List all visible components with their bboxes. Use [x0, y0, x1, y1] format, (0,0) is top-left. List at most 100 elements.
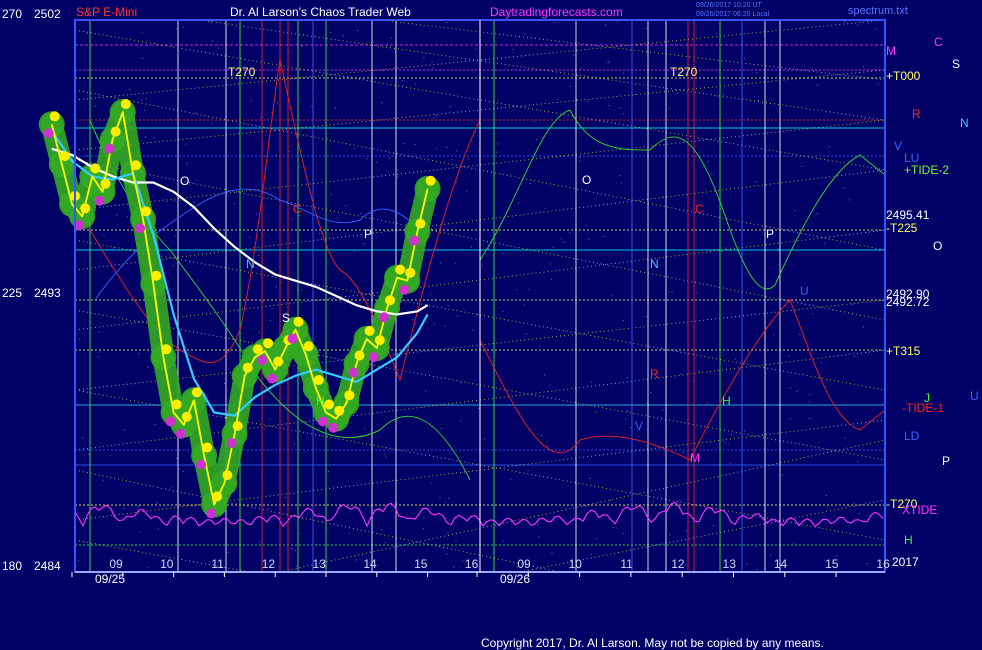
star-dot	[864, 118, 866, 120]
star-dot	[706, 402, 708, 404]
star-dot	[98, 331, 100, 333]
star-dot	[440, 262, 442, 264]
turn-dot	[90, 163, 101, 174]
star-dot	[866, 563, 868, 564]
star-dot	[516, 289, 517, 291]
turn-dot	[263, 338, 273, 349]
star-dot	[619, 175, 621, 176]
chart-label: T270	[228, 65, 256, 79]
star-dot	[79, 338, 81, 340]
price-bottom: 2484	[34, 559, 61, 573]
star-dot	[141, 31, 143, 33]
star-dot	[210, 21, 212, 23]
star-dot	[439, 496, 441, 498]
star-dot	[250, 100, 252, 102]
low-dot	[135, 223, 146, 234]
x-tick-label: 12	[262, 557, 276, 571]
right-label: M	[886, 44, 896, 58]
star-dot	[147, 366, 149, 368]
star-dot	[224, 383, 225, 384]
star-dot	[877, 83, 879, 85]
star-dot	[436, 148, 437, 150]
star-dot	[734, 359, 736, 361]
x-tick-label: 11	[211, 557, 224, 571]
star-dot	[430, 482, 432, 484]
star-dot	[536, 524, 538, 526]
star-dot	[560, 238, 562, 240]
star-dot	[94, 105, 96, 107]
star-dot	[510, 478, 512, 480]
star-dot	[824, 242, 826, 244]
star-dot	[809, 394, 811, 396]
star-dot	[340, 301, 342, 303]
star-dot	[859, 513, 861, 515]
star-dot	[609, 500, 611, 501]
low-dot	[104, 143, 115, 154]
star-dot	[345, 205, 347, 207]
star-dot	[98, 351, 100, 353]
chart-title: Dr. Al Larson's Chaos Trader Web	[230, 5, 411, 19]
star-dot	[502, 540, 504, 542]
low-dot	[379, 312, 389, 323]
turn-dot	[181, 411, 192, 422]
star-dot	[536, 138, 538, 140]
star-dot	[142, 57, 144, 59]
star-dot	[751, 432, 753, 434]
right-label: U	[970, 389, 979, 403]
star-dot	[669, 534, 671, 536]
star-dot	[86, 32, 88, 34]
x-tick-label: 12	[671, 557, 685, 571]
star-dot	[680, 373, 682, 375]
star-dot	[260, 116, 262, 118]
turn-dot	[80, 203, 91, 214]
star-dot	[448, 497, 449, 499]
chart-label: T270	[670, 65, 698, 79]
star-dot	[635, 93, 636, 95]
star-dot	[466, 190, 468, 192]
star-dot	[484, 438, 486, 440]
turn-dot	[252, 344, 263, 355]
star-dot	[585, 224, 587, 226]
star-dot	[295, 550, 297, 552]
star-dot	[528, 289, 530, 290]
star-dot	[852, 304, 854, 305]
star-dot	[456, 315, 458, 317]
star-dot	[645, 28, 647, 30]
star-dot	[291, 548, 292, 549]
star-dot	[608, 105, 610, 107]
star-dot	[431, 61, 433, 63]
star-dot	[462, 472, 464, 474]
right-label: S	[952, 57, 960, 71]
x-tick-label: 15	[414, 557, 428, 571]
star-dot	[481, 265, 483, 267]
star-dot	[594, 411, 596, 413]
star-dot	[825, 494, 827, 496]
turn-dot	[232, 421, 243, 431]
left-scale-bottom: 180	[2, 559, 22, 573]
star-dot	[756, 569, 758, 571]
right-label: 2492.72	[886, 295, 930, 309]
star-dot	[456, 150, 458, 152]
star-dot	[366, 158, 368, 160]
star-dot	[668, 108, 670, 110]
star-dot	[793, 543, 795, 545]
star-dot	[88, 454, 90, 455]
star-dot	[194, 201, 196, 203]
star-dot	[414, 83, 416, 85]
x-tick-label: 10	[160, 557, 174, 571]
star-dot	[311, 106, 313, 108]
timestamp-local: 09/26/2017 06:20 Local	[696, 11, 770, 18]
star-dot	[544, 374, 546, 376]
star-dot	[183, 470, 185, 472]
star-dot	[268, 508, 270, 509]
chart-background	[0, 0, 982, 650]
star-dot	[808, 401, 810, 403]
star-dot	[524, 33, 526, 35]
x-tick-label: 13	[313, 557, 327, 571]
turn-dot	[303, 341, 314, 352]
star-dot	[634, 84, 636, 86]
star-dot	[455, 181, 457, 183]
star-dot	[385, 456, 387, 458]
star-dot	[359, 213, 361, 215]
star-dot	[342, 35, 344, 37]
